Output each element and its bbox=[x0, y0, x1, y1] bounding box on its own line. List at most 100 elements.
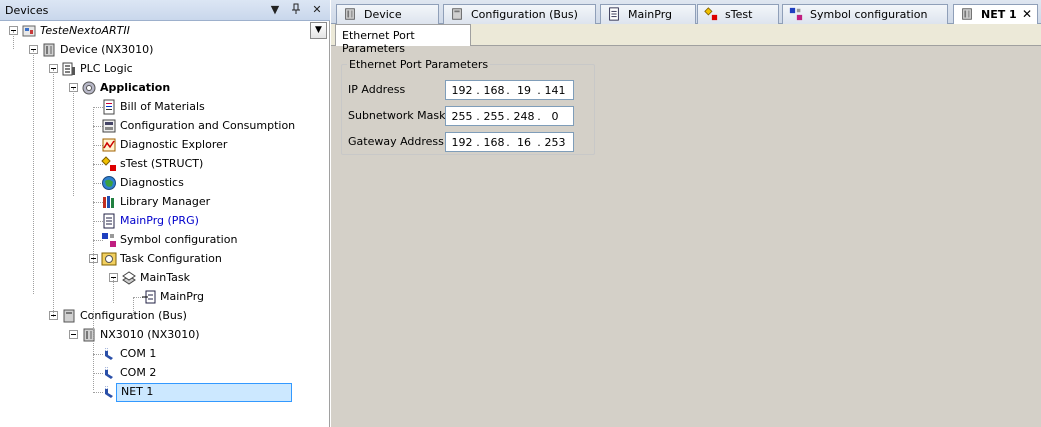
program-call-icon bbox=[141, 289, 157, 305]
tree-node-label: TesteNextoARTII bbox=[40, 24, 130, 37]
tree-node-label: Diagnostics bbox=[120, 176, 184, 189]
ip-separator: . bbox=[537, 84, 541, 97]
ip-octet-field[interactable]: 168 bbox=[481, 84, 507, 97]
tree-dropdown-button[interactable]: ▼ bbox=[310, 22, 327, 39]
tree-node[interactable]: NX3010 (NX3010) bbox=[0, 326, 330, 345]
tree-node[interactable]: Library Manager bbox=[0, 193, 330, 212]
tab-stest[interactable]: sTest bbox=[697, 4, 779, 24]
ip-octet-field[interactable]: 253 bbox=[542, 136, 568, 149]
tree-node-label: Task Configuration bbox=[120, 252, 222, 265]
tab-label: sTest bbox=[725, 8, 753, 21]
tree-node[interactable]: Configuration (Bus) bbox=[0, 307, 330, 326]
tree-node[interactable]: Configuration and Consumption bbox=[0, 117, 330, 136]
application-gear-icon bbox=[81, 80, 97, 96]
ip-octet-field[interactable]: 192 bbox=[449, 84, 475, 97]
net1-editor: Ethernet Port Parameters Ethernet Port P… bbox=[331, 24, 1041, 427]
tree-node[interactable]: Diagnostics bbox=[0, 174, 330, 193]
tab-label: NET 1 bbox=[981, 8, 1017, 21]
ip-octet-field[interactable]: 16 bbox=[511, 136, 537, 149]
ip-separator: . bbox=[506, 136, 510, 149]
devices-panel: Devices ▼ ✕ TesteNextoARTII Device (NX301… bbox=[0, 0, 330, 427]
diagnostic-explorer-icon bbox=[101, 137, 117, 153]
ip-octet-field[interactable]: 141 bbox=[542, 84, 568, 97]
tree-node[interactable]: Bill of Materials bbox=[0, 98, 330, 117]
ip-octet-field[interactable]: 168 bbox=[481, 136, 507, 149]
tree-node[interactable]: TesteNextoARTII bbox=[0, 22, 330, 41]
tree-node-label: Application bbox=[100, 81, 171, 94]
tree-node[interactable]: Diagnostic Explorer bbox=[0, 136, 330, 155]
configuration-consumption-icon bbox=[101, 118, 117, 134]
tab-symbol-configuration[interactable]: Symbol configuration bbox=[782, 4, 948, 24]
ip-separator: . bbox=[506, 84, 510, 97]
tree-node[interactable]: NET 1 bbox=[0, 383, 330, 402]
ip-octet-field[interactable]: 19 bbox=[511, 84, 537, 97]
field-label: Subnetwork Mask bbox=[348, 109, 446, 122]
program-icon bbox=[607, 7, 621, 21]
tree-guide-line bbox=[133, 297, 134, 315]
diagnostics-globe-icon bbox=[101, 175, 117, 191]
tree-node-label: MainPrg bbox=[160, 290, 205, 303]
tree-node[interactable]: COM 2 bbox=[0, 364, 330, 383]
bill-of-materials-icon bbox=[101, 99, 117, 115]
field-label: IP Address bbox=[348, 83, 406, 96]
editor-area: Device Configuration (Bus) MainPrg sTest Sym… bbox=[331, 0, 1041, 427]
ip-octet-field[interactable]: 255 bbox=[449, 110, 475, 123]
tree-node[interactable]: sTest (STRUCT) bbox=[0, 155, 330, 174]
tree-node-label: Symbol configuration bbox=[120, 233, 238, 246]
ip-separator: . bbox=[476, 110, 480, 123]
tree-node[interactable]: Symbol configuration bbox=[0, 231, 330, 250]
tree-node-label: sTest (STRUCT) bbox=[120, 157, 204, 170]
tree-node-label: PLC Logic bbox=[80, 62, 133, 75]
bus-configuration-icon bbox=[450, 7, 464, 21]
plc-logic-icon bbox=[61, 61, 77, 77]
tab-device[interactable]: Device bbox=[336, 4, 439, 24]
tree-node-label: Library Manager bbox=[120, 195, 211, 208]
close-panel-icon[interactable]: ✕ bbox=[310, 3, 324, 17]
ip-octet-field[interactable]: 192 bbox=[449, 136, 475, 149]
tree-guide-line bbox=[53, 69, 54, 317]
inner-tab-bar: Ethernet Port Parameters bbox=[331, 24, 1041, 55]
struct-icon bbox=[704, 7, 718, 21]
tab-net-1[interactable]: NET 1 ✕ bbox=[953, 4, 1038, 25]
com-port-icon bbox=[101, 365, 117, 381]
ip-octet-field[interactable]: 248 bbox=[511, 110, 537, 123]
tree-node-label: MainPrg (PRG) bbox=[120, 214, 199, 227]
tab-configuration-bus[interactable]: Configuration (Bus) bbox=[443, 4, 596, 24]
subnet-mask-input[interactable]: 255 255 248 0... bbox=[445, 106, 574, 126]
tab-ethernet-port-parameters[interactable]: Ethernet Port Parameters bbox=[335, 24, 471, 55]
tree-node-label: Configuration and Consumption bbox=[120, 119, 296, 132]
tree-node[interactable]: COM 1 bbox=[0, 345, 330, 364]
tree-node-label: NET 1 bbox=[116, 383, 292, 402]
pin-icon[interactable] bbox=[289, 3, 303, 17]
ip-separator: . bbox=[476, 136, 480, 149]
ip-address-input[interactable]: 192 168 19 141... bbox=[445, 80, 574, 100]
tab-mainprg[interactable]: MainPrg bbox=[600, 4, 696, 24]
tree-node-label: COM 1 bbox=[120, 347, 157, 360]
device-icon bbox=[960, 7, 974, 21]
close-tab-icon[interactable]: ✕ bbox=[1022, 7, 1032, 21]
tree-node[interactable]: Application bbox=[0, 79, 330, 98]
ip-separator: . bbox=[537, 136, 541, 149]
device-tree: TesteNextoARTII Device (NX3010) PLC Logic A… bbox=[0, 21, 330, 427]
tree-node[interactable]: Task Configuration bbox=[0, 250, 330, 269]
tree-node[interactable]: MainPrg (PRG) bbox=[0, 212, 330, 231]
tree-node-label: Bill of Materials bbox=[120, 100, 205, 113]
tree-node[interactable]: MainPrg bbox=[0, 288, 330, 307]
tree-node[interactable]: MainTask bbox=[0, 269, 330, 288]
tree-node[interactable]: Device (NX3010) bbox=[0, 41, 330, 60]
document-tab-bar: Device Configuration (Bus) MainPrg sTest Sym… bbox=[331, 0, 1041, 25]
tab-label: MainPrg bbox=[628, 8, 673, 21]
ip-separator: . bbox=[537, 110, 541, 123]
ip-octet-field[interactable]: 255 bbox=[481, 110, 507, 123]
gateway-address-input[interactable]: 192 168 16 253... bbox=[445, 132, 574, 152]
ip-separator: . bbox=[476, 84, 480, 97]
tree-node-label: COM 2 bbox=[120, 366, 157, 379]
panel-menu-dropdown-icon[interactable]: ▼ bbox=[268, 3, 282, 17]
tree-guide-line bbox=[13, 31, 14, 49]
ip-octet-field[interactable]: 0 bbox=[542, 110, 568, 123]
tree-node-label: Device (NX3010) bbox=[60, 43, 154, 56]
tree-node[interactable]: PLC Logic bbox=[0, 60, 330, 79]
task-configuration-icon bbox=[101, 251, 117, 267]
collapse-icon[interactable] bbox=[69, 330, 78, 339]
tree-node-label: MainTask bbox=[140, 271, 190, 284]
